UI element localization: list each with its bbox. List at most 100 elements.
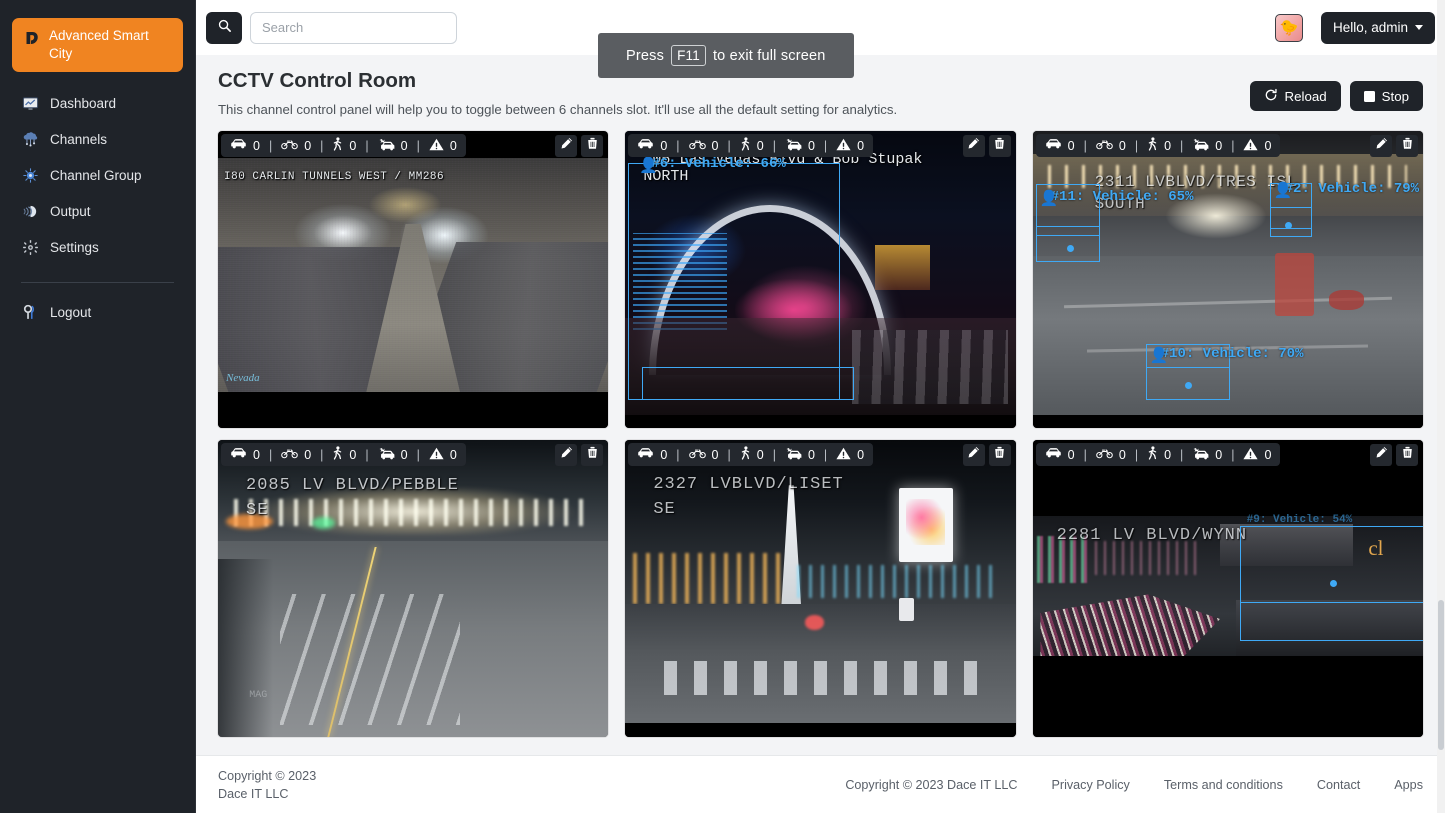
counter-pedestrian-value: 0 xyxy=(756,447,764,462)
counter-crash-value: 0 xyxy=(400,138,408,153)
counter-pedestrian-value: 0 xyxy=(1164,138,1172,153)
camera-panel[interactable]: 2327 LVBLVD/LISET SE 0 | 0 | 0 | 0 | 0 xyxy=(625,440,1016,737)
sidebar-item-logout[interactable]: Logout xyxy=(12,295,183,329)
footer-link-privacy-policy[interactable]: Privacy Policy xyxy=(1051,778,1129,792)
camera-edit-button[interactable] xyxy=(1370,134,1392,157)
camera-edit-button[interactable] xyxy=(962,134,985,157)
user-menu-button[interactable]: Hello, admin xyxy=(1320,11,1435,44)
sidebar-item-label: Channel Group xyxy=(50,167,142,183)
trash-icon xyxy=(993,137,1006,155)
reload-button-label: Reload xyxy=(1284,88,1327,104)
camera-feed-image: cl xyxy=(1032,440,1423,737)
camera-delete-button[interactable] xyxy=(581,134,604,157)
detection-counters: 0 | 0 | 0 | 0 | 0 xyxy=(628,134,874,157)
camera-toolbar: 0 | 0 | 0 | 0 | 0 xyxy=(625,440,1015,467)
sidebar-brand-label: Advanced Smart City xyxy=(49,28,149,61)
counter-crash: 0 xyxy=(1192,138,1222,154)
counter-motorcycle: 0 xyxy=(1096,138,1126,153)
avatar[interactable]: 🐤 xyxy=(1274,13,1303,42)
camera-panel[interactable]: 2311 LVBLVD/TRES ISL SOUTH 👤 #11: Vehicl… xyxy=(1032,131,1423,428)
detection-counters: 0 | 0 | 0 | 0 | 0 xyxy=(1035,443,1281,466)
toast-suffix: to exit full screen xyxy=(712,47,826,64)
counter-sep: | xyxy=(416,138,420,153)
camera-panel[interactable]: 106 Las Vegas Blvd & Bob Stupak NORTH 👤 … xyxy=(625,131,1016,428)
camera-edit-button[interactable] xyxy=(962,443,985,466)
counter-motorcycle-value: 0 xyxy=(304,138,312,153)
camera-caption: 2327 LVBLVD/LISET SE xyxy=(653,475,844,519)
camera-delete-button[interactable] xyxy=(581,443,604,466)
stop-button-label: Stop xyxy=(1381,88,1409,104)
footer-link-terms[interactable]: Terms and conditions xyxy=(1164,778,1283,792)
footer-link-contact[interactable]: Contact xyxy=(1317,778,1360,792)
pencil-icon xyxy=(1375,137,1388,155)
detection-label: #10: Vehicle: 70% xyxy=(1160,346,1304,362)
footer-copyright-line2: Dace IT LLC xyxy=(218,786,289,801)
counter-crash-value: 0 xyxy=(1215,447,1223,462)
counter-crash-value: 0 xyxy=(807,138,815,153)
counter-car: 0 xyxy=(1045,447,1075,462)
search-input[interactable] xyxy=(250,11,457,44)
counter-motorcycle: 0 xyxy=(688,447,719,462)
sidebar-item-dashboard[interactable]: Dashboard xyxy=(12,86,183,120)
counter-crash-value: 0 xyxy=(400,447,408,462)
content: CCTV Control Room This channel control p… xyxy=(196,55,1445,745)
camera-tool-buttons xyxy=(555,443,604,466)
warning-triangle-icon xyxy=(429,138,444,154)
counter-pedestrian: 0 xyxy=(740,446,764,463)
toast-key-f11: F11 xyxy=(671,45,706,66)
detection-counters: 0 | 0 | 0 | 0 | 0 xyxy=(221,134,466,157)
sidebar-item-channels[interactable]: Channels xyxy=(12,122,183,156)
counter-warning-value: 0 xyxy=(449,138,457,153)
footer-link-copyright[interactable]: Copyright © 2023 Dace IT LLC xyxy=(845,778,1017,792)
counter-motorcycle-value: 0 xyxy=(711,447,719,462)
camera-edit-button[interactable] xyxy=(555,443,578,466)
detection-marker-icon: 👤 xyxy=(639,157,659,174)
counter-crash: 0 xyxy=(785,138,815,154)
counter-car-value: 0 xyxy=(660,447,668,462)
warning-triangle-icon xyxy=(429,447,444,463)
camera-tool-buttons xyxy=(555,134,604,157)
reload-button[interactable]: Reload xyxy=(1249,81,1341,111)
pedestrian-icon xyxy=(740,137,751,154)
camera-panel[interactable]: cl 2281 LV BLVD/WYNN #9: Vehicle: 54% 0 … xyxy=(1032,440,1423,737)
camera-caption: 2281 LV BLVD/WYNN xyxy=(1056,526,1248,545)
counter-motorcycle: 0 xyxy=(688,138,718,153)
counter-sep: | xyxy=(823,138,828,153)
camera-edit-button[interactable] xyxy=(555,134,578,157)
motorcycle-icon xyxy=(688,447,706,462)
camera-edit-button[interactable] xyxy=(1370,443,1392,466)
sidebar-divider xyxy=(21,282,174,283)
stop-button[interactable]: Stop xyxy=(1349,81,1423,111)
counter-sep: | xyxy=(1180,138,1184,153)
pedestrian-icon xyxy=(740,446,751,463)
counter-sep: | xyxy=(676,138,680,153)
camera-delete-button[interactable] xyxy=(1396,443,1418,466)
camera-delete-button[interactable] xyxy=(988,134,1011,157)
user-avatar-duck-icon: 🐤 xyxy=(1279,19,1299,37)
search-button[interactable] xyxy=(206,11,242,44)
camera-delete-button[interactable] xyxy=(1396,134,1418,157)
sidebar-item-settings[interactable]: Settings xyxy=(12,230,183,264)
sidebar-item-channel-group[interactable]: Channel Group xyxy=(12,158,183,192)
fullscreen-exit-toast: Press F11 to exit full screen xyxy=(598,33,854,78)
sidebar-item-output[interactable]: Output xyxy=(12,194,183,228)
counter-warning-value: 0 xyxy=(857,138,865,153)
scrollbar-thumb[interactable] xyxy=(1438,600,1444,750)
footer-link-apps[interactable]: Apps xyxy=(1394,778,1423,792)
pedestrian-icon xyxy=(332,137,343,154)
camera-panel[interactable]: MAG 2085 LV BLVD/PEBBLE SE 0 | 0 | 0 | 0… xyxy=(218,440,609,737)
car-crash-icon xyxy=(1192,447,1209,463)
page-scrollbar[interactable] xyxy=(1437,0,1445,813)
counter-sep: | xyxy=(365,138,369,153)
counter-car-value: 0 xyxy=(660,138,668,153)
detection-marker-icon: 👤 xyxy=(1149,347,1169,364)
counter-sep: | xyxy=(1083,447,1087,462)
camera-panel[interactable]: Nevada I80 CARLIN TUNNELS WEST / MM286 0 xyxy=(218,131,609,428)
camera-delete-button[interactable] xyxy=(988,443,1011,466)
sidebar-brand[interactable]: Advanced Smart City xyxy=(12,18,183,72)
camera-grid: Nevada I80 CARLIN TUNNELS WEST / MM286 0 xyxy=(218,131,1423,737)
counter-pedestrian: 0 xyxy=(332,137,356,154)
counter-motorcycle-value: 0 xyxy=(1118,138,1126,153)
counter-motorcycle-value: 0 xyxy=(1118,447,1126,462)
counter-warning-value: 0 xyxy=(857,447,865,462)
